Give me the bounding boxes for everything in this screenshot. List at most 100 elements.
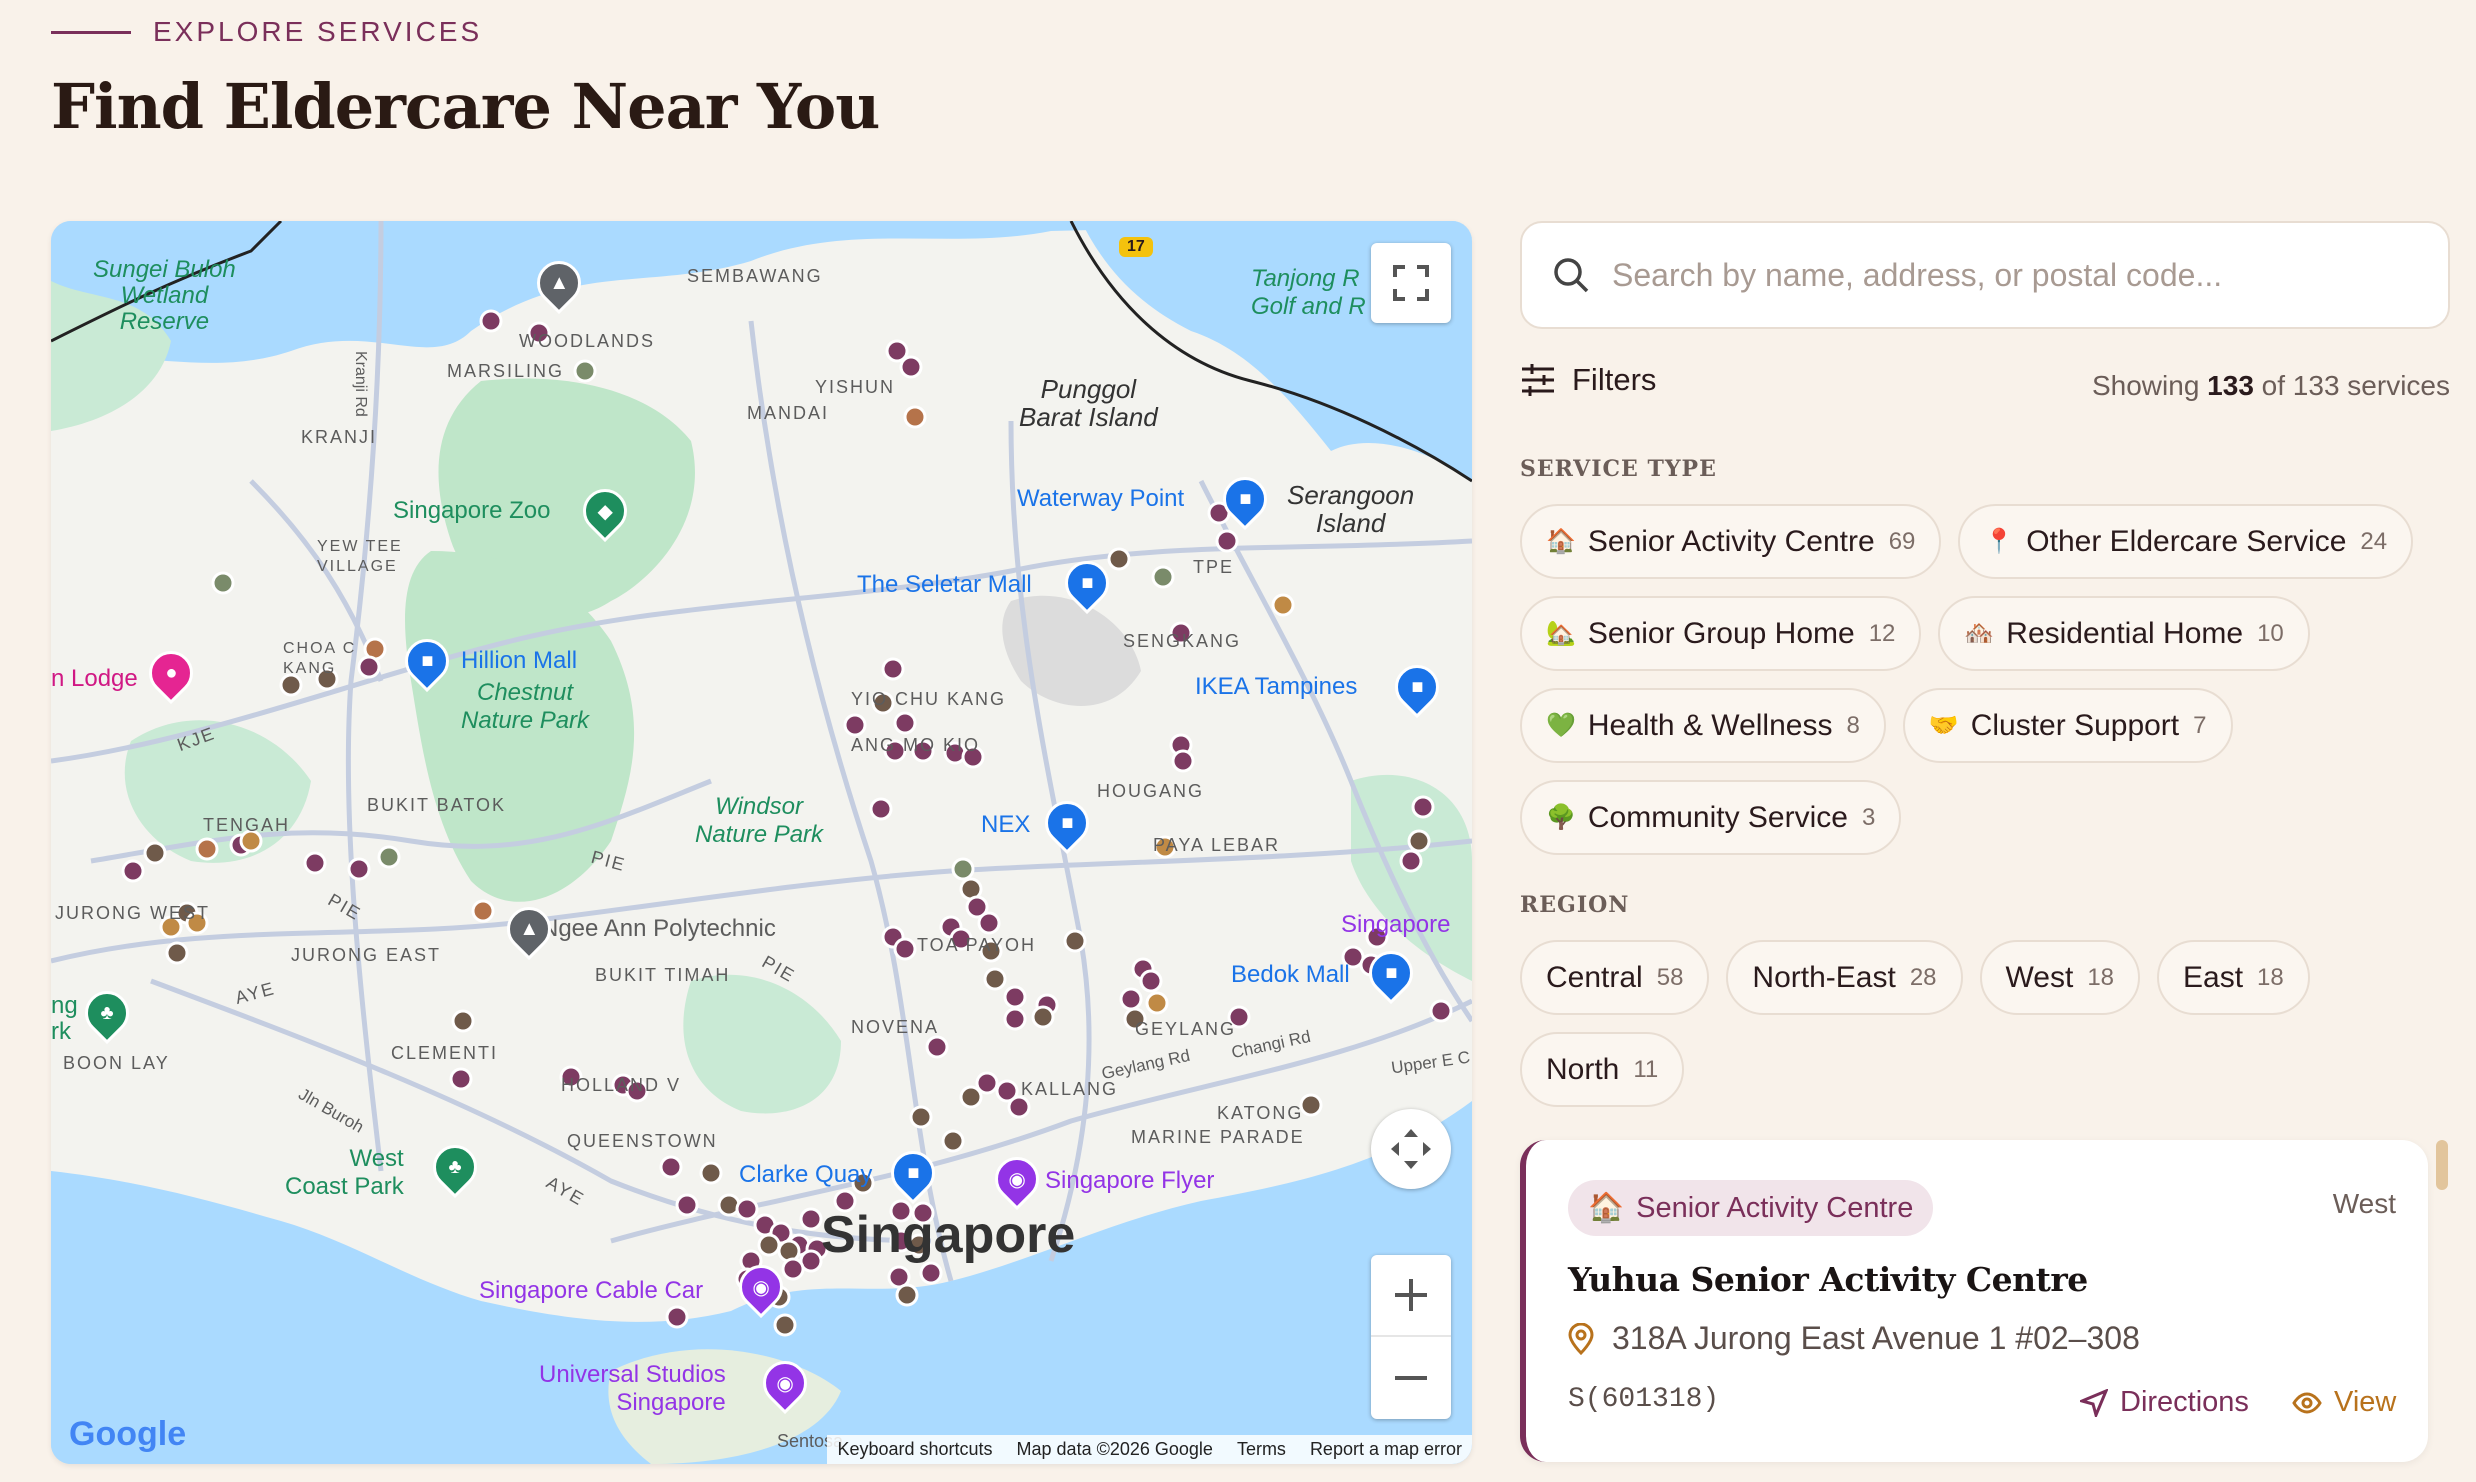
service-marker[interactable] <box>757 1233 781 1257</box>
service-marker[interactable] <box>165 941 189 965</box>
filters-button[interactable]: Filters <box>1520 362 1656 398</box>
service-marker[interactable] <box>451 1009 475 1033</box>
terms-link[interactable]: Terms <box>1237 1439 1286 1460</box>
service-marker[interactable] <box>699 1161 723 1185</box>
service-marker[interactable] <box>1003 985 1027 1009</box>
service-marker[interactable] <box>1107 547 1131 571</box>
region-chip-central-label: Central <box>1546 960 1643 994</box>
service-type-chip-2[interactable]: 🏡 Senior Group Home 12 <box>1520 596 1922 671</box>
service-marker[interactable] <box>121 859 145 883</box>
service-type-chip-5[interactable]: 🤝 Cluster Support 7 <box>1902 688 2233 763</box>
service-marker[interactable] <box>1031 1005 1055 1029</box>
region-chip-west[interactable]: West 18 <box>1979 940 2141 1015</box>
service-marker[interactable] <box>195 837 219 861</box>
service-marker[interactable] <box>1119 987 1143 1011</box>
service-type-chip-0[interactable]: 🏠 Senior Activity Centre 69 <box>1520 504 1942 579</box>
service-marker[interactable] <box>983 967 1007 991</box>
service-marker[interactable] <box>895 1283 919 1307</box>
keyboard-shortcuts-link[interactable]: Keyboard shortcuts <box>837 1439 992 1460</box>
service-type-chip-1-icon: 📍 <box>1984 528 2015 555</box>
service-marker[interactable] <box>1215 529 1239 553</box>
service-marker[interactable] <box>919 1261 943 1285</box>
service-marker[interactable] <box>1399 849 1423 873</box>
map-label-yewtee: YEW TEE VILLAGE <box>317 538 403 575</box>
service-type-chip-4[interactable]: 💚 Health & Wellness 8 <box>1520 688 1886 763</box>
service-marker[interactable] <box>773 1313 797 1337</box>
list-scrollbar[interactable] <box>2436 1140 2448 1190</box>
service-type-chip-1-label: Other Eldercare Service <box>2026 524 2347 558</box>
service-marker[interactable] <box>799 1207 823 1231</box>
results-count: Showing 133 of 133 services <box>2091 370 2450 401</box>
service-marker[interactable] <box>1299 1093 1323 1117</box>
service-marker[interactable] <box>1063 929 1087 953</box>
service-marker[interactable] <box>1003 1007 1027 1031</box>
service-marker[interactable] <box>959 1085 983 1109</box>
service-marker[interactable] <box>573 359 597 383</box>
service-marker[interactable] <box>735 1197 759 1221</box>
service-marker[interactable] <box>909 1105 933 1129</box>
map-label-geylang: GEYLANG <box>1135 1019 1237 1039</box>
service-marker[interactable] <box>941 1129 965 1153</box>
region-chip-north-east[interactable]: North-East 28 <box>1726 940 1963 1015</box>
service-marker[interactable] <box>1139 969 1163 993</box>
service-marker[interactable] <box>781 1257 805 1281</box>
service-card[interactable]: 🏠 Senior Activity Centre West Yuhua Seni… <box>1520 1140 2428 1462</box>
service-marker[interactable] <box>211 571 235 595</box>
map-label-tpe: TPE <box>1193 557 1235 577</box>
service-marker[interactable] <box>977 911 1001 935</box>
view-button[interactable]: View <box>2292 1386 2396 1419</box>
service-marker[interactable] <box>1171 749 1195 773</box>
service-marker[interactable] <box>665 1305 689 1329</box>
zoom-in-button[interactable] <box>1371 1255 1451 1337</box>
map-label-jurongwest: JURONG WEST <box>55 903 210 923</box>
service-marker[interactable] <box>843 713 867 737</box>
region-chip-north-count: 11 <box>1633 1055 1659 1083</box>
service-marker[interactable] <box>893 937 917 961</box>
service-marker[interactable] <box>1411 795 1435 819</box>
service-marker[interactable] <box>449 1067 473 1091</box>
region-heading: REGION <box>1520 892 1630 918</box>
map-label-seletar: The Seletar Mall <box>857 571 1032 598</box>
service-marker[interactable] <box>951 857 975 881</box>
map[interactable]: Sungei Buloh Wetland Reserve SEMBAWANG W… <box>51 221 1472 1464</box>
report-error-link[interactable]: Report a map error <box>1310 1439 1462 1460</box>
service-marker[interactable] <box>357 655 381 679</box>
service-marker[interactable] <box>893 711 917 735</box>
region-chip-east[interactable]: East 18 <box>2157 940 2310 1015</box>
service-marker[interactable] <box>899 355 923 379</box>
service-marker[interactable] <box>479 309 503 333</box>
service-marker[interactable] <box>1429 999 1453 1023</box>
service-marker[interactable] <box>675 1193 699 1217</box>
service-type-chip-3-icon: 🏘️ <box>1964 620 1995 647</box>
service-marker[interactable] <box>1407 829 1431 853</box>
service-marker[interactable] <box>1007 1095 1031 1119</box>
zoom-out-button[interactable] <box>1371 1337 1451 1419</box>
service-marker[interactable] <box>869 797 893 821</box>
service-type-chip-6[interactable]: 🌳 Community Service 3 <box>1520 780 1902 855</box>
service-type-chip-1[interactable]: 📍 Other Eldercare Service 24 <box>1958 504 2414 579</box>
search-input[interactable] <box>1612 256 2392 294</box>
map-label-serangoon: Serangoon Island <box>1287 480 1415 538</box>
fullscreen-icon[interactable] <box>1371 243 1451 323</box>
map-label-punggol: Punggol Barat Island <box>1019 374 1158 432</box>
service-marker[interactable] <box>143 841 167 865</box>
eye-icon <box>2292 1391 2322 1414</box>
service-marker[interactable] <box>881 657 905 681</box>
service-marker[interactable] <box>303 851 327 875</box>
service-marker[interactable] <box>925 1035 949 1059</box>
service-marker[interactable] <box>377 845 401 869</box>
service-type-badge: 🏠 Senior Activity Centre <box>1568 1180 1934 1236</box>
service-type-chip-3[interactable]: 🏘️ Residential Home 10 <box>1938 596 2310 671</box>
service-marker[interactable] <box>1271 593 1295 617</box>
service-marker[interactable] <box>903 405 927 429</box>
page-title: Find Eldercare Near You <box>51 70 880 143</box>
service-marker[interactable] <box>659 1155 683 1179</box>
service-marker[interactable] <box>347 857 371 881</box>
region-chip-north[interactable]: North 11 <box>1520 1032 1685 1107</box>
service-marker[interactable] <box>1145 991 1169 1015</box>
region-chip-central[interactable]: Central 58 <box>1520 940 1710 1015</box>
camera-control-icon[interactable] <box>1371 1109 1451 1189</box>
directions-button[interactable]: Directions <box>2080 1386 2249 1419</box>
service-marker[interactable] <box>471 899 495 923</box>
service-marker[interactable] <box>1151 565 1175 589</box>
